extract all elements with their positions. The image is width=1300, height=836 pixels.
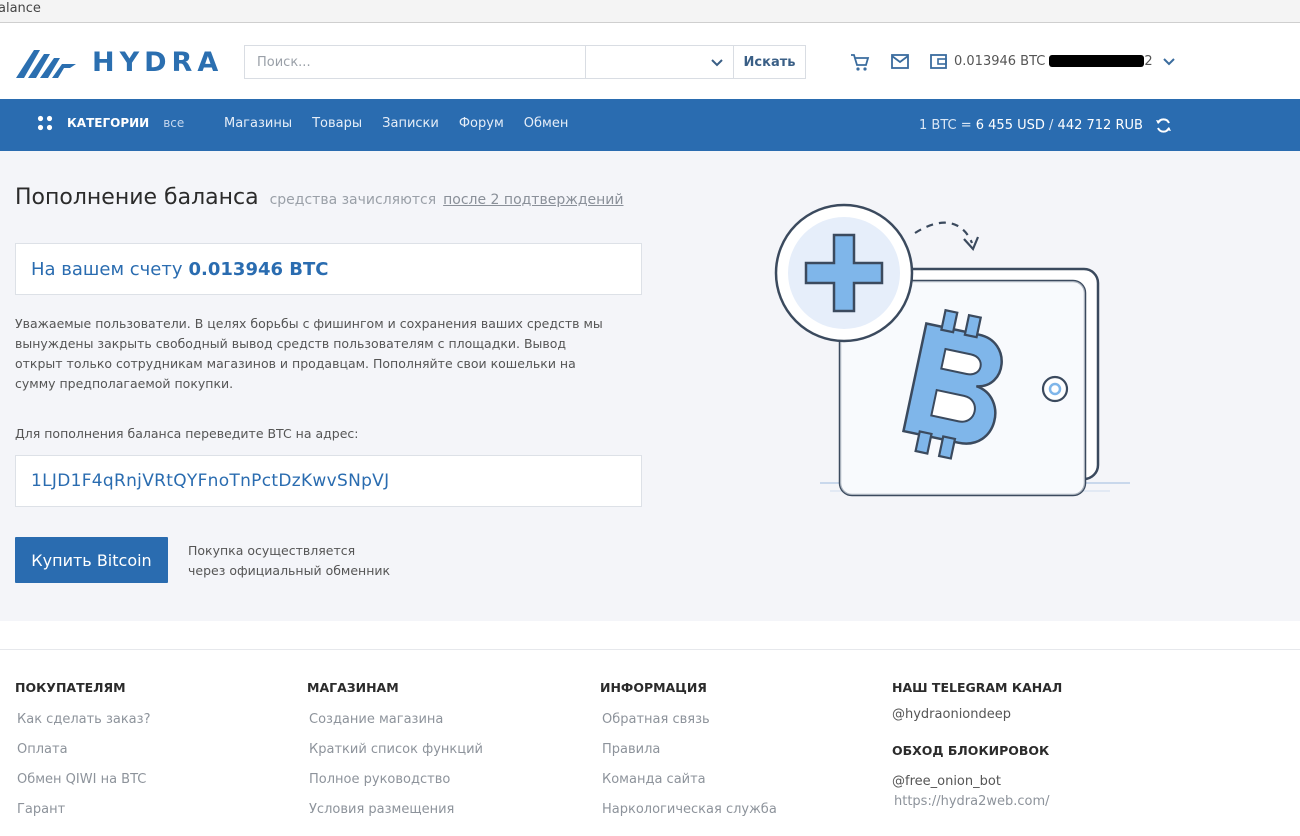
nav-link-forum[interactable]: Форум — [459, 116, 504, 131]
nav-link-exchange[interactable]: Обмен — [524, 116, 569, 131]
btc-rate: 1 BTC = 6 455 USD / 442 712 RUB — [919, 117, 1172, 134]
rate-separator: / — [1044, 118, 1058, 133]
username-tail: 2 — [1144, 53, 1153, 69]
page-subtitle: средства зачисляются — [269, 192, 437, 208]
balance-value: 0.013946 BTC — [188, 258, 329, 280]
deposit-section: Пополнение баланса средства зачисляются … — [0, 151, 1300, 621]
footer-link[interactable]: Создание магазина — [307, 711, 483, 741]
site-header: HYDRA Искать 0.013946 BTC 2 — [0, 23, 1300, 99]
footer-heading-telegram: НАШ TELEGRAM КАНАЛ — [892, 680, 1063, 695]
nav-link-shops[interactable]: Магазины — [224, 116, 292, 131]
footer-link[interactable]: Наркологическая служба — [600, 801, 777, 831]
mail-icon[interactable] — [891, 54, 909, 69]
withdrawal-notice: Уважаемые пользователи. В целях борьбы с… — [15, 316, 603, 391]
categories-menu[interactable]: КАТЕГОРИИ все — [37, 115, 184, 131]
logo[interactable]: HYDRA — [14, 44, 223, 80]
buy-note-line2: через официальный обменник — [188, 563, 391, 578]
nav-links: Магазины Товары Записки Форум Обмен — [224, 116, 568, 131]
page-title-text: Пополнение баланса — [15, 185, 259, 210]
categories-label: КАТЕГОРИИ — [67, 116, 150, 130]
footer-link[interactable]: Условия размещения — [307, 801, 483, 831]
search-button[interactable]: Искать — [734, 46, 805, 78]
footer-link[interactable]: Полное руководство — [307, 771, 483, 801]
balance-box: На вашем счету 0.013946 BTC — [15, 243, 642, 295]
address-label: Для пополнения баланса переведите BTC на… — [15, 426, 359, 441]
buy-note-line1: Покупка осуществляется — [188, 543, 356, 558]
browser-tab-strip: alance — [0, 0, 1300, 23]
chevron-down-icon — [711, 59, 723, 67]
wallet-menu[interactable]: 0.013946 BTC 2 — [930, 51, 1175, 71]
nav-link-goods[interactable]: Товары — [312, 116, 362, 131]
footer-heading-shops: МАГАЗИНАМ — [307, 680, 399, 695]
footer-heading-info: ИНФОРМАЦИЯ — [600, 680, 707, 695]
footer-col-telegram: НАШ TELEGRAM КАНАЛ @hydraoniondeep ОБХОД… — [892, 680, 1062, 809]
wallet-plus-bitcoin-illustration — [774, 203, 1130, 497]
redacted-username — [1049, 55, 1145, 67]
footer-divider — [0, 649, 1300, 650]
telegram-bot-link[interactable]: @free_onion_bot — [892, 774, 1062, 789]
footer-col-shops: МАГАЗИНАМ Создание магазина Краткий спис… — [307, 680, 483, 831]
footer-heading-bypass: ОБХОД БЛОКИРОВОК — [892, 743, 1050, 758]
page-title: Пополнение баланса средства зачисляются … — [15, 185, 623, 210]
btc-address-field[interactable]: 1LJD1F4qRnjVRtQYFnoTnPctDzKwvSNpVJ — [15, 455, 642, 507]
wallet-balance: 0.013946 BTC — [954, 53, 1046, 69]
footer-link[interactable]: Гарант — [15, 801, 150, 831]
telegram-handle[interactable]: @hydraoniondeep — [892, 707, 1062, 722]
site-footer: ПОКУПАТЕЛЯМ Как сделать заказ? Оплата Об… — [0, 621, 1300, 836]
footer-link[interactable]: Обратная связь — [600, 711, 777, 741]
footer-link[interactable]: Как сделать заказ? — [15, 711, 150, 741]
footer-link[interactable]: Команда сайта — [600, 771, 777, 801]
rate-usd: 6 455 USD — [975, 118, 1045, 133]
wallet-icon — [930, 53, 947, 69]
chevron-down-icon[interactable] — [1162, 55, 1175, 67]
logo-text: HYDRA — [92, 46, 224, 78]
tab-title[interactable]: alance — [0, 1, 41, 16]
main-nav: КАТЕГОРИИ все Магазины Товары Записки Фо… — [0, 99, 1300, 151]
footer-link[interactable]: Обмен QIWI на BTC — [15, 771, 150, 801]
footer-link[interactable]: Оплата — [15, 741, 150, 771]
footer-col-buyers: ПОКУПАТЕЛЯМ Как сделать заказ? Оплата Об… — [15, 680, 150, 831]
search-input[interactable] — [245, 46, 586, 78]
footer-heading-buyers: ПОКУПАТЕЛЯМ — [15, 680, 126, 695]
confirmations-link[interactable]: после 2 подтверждений — [443, 192, 623, 208]
buy-note: Покупка осуществляется через официальный… — [188, 541, 390, 581]
search-category-select[interactable] — [586, 46, 734, 78]
refresh-icon[interactable] — [1155, 117, 1172, 134]
balance-label: На вашем счету — [31, 258, 183, 280]
nav-link-notes[interactable]: Записки — [382, 116, 439, 131]
footer-col-info: ИНФОРМАЦИЯ Обратная связь Правила Команд… — [600, 680, 777, 831]
logo-icon — [16, 50, 76, 78]
grid-icon — [37, 115, 53, 131]
categories-all-link[interactable]: все — [163, 116, 184, 130]
rate-prefix: 1 BTC = — [919, 118, 976, 133]
buy-bitcoin-button[interactable]: Купить Bitcoin — [15, 537, 168, 583]
rate-rub: 442 712 RUB — [1057, 118, 1143, 133]
footer-link[interactable]: Краткий список функций — [307, 741, 483, 771]
footer-link[interactable]: Правила — [600, 741, 777, 771]
mirror-url-link[interactable]: https://hydra2web.com/ — [892, 794, 1062, 809]
cart-icon[interactable] — [850, 52, 870, 72]
search-bar: Искать — [244, 45, 806, 79]
